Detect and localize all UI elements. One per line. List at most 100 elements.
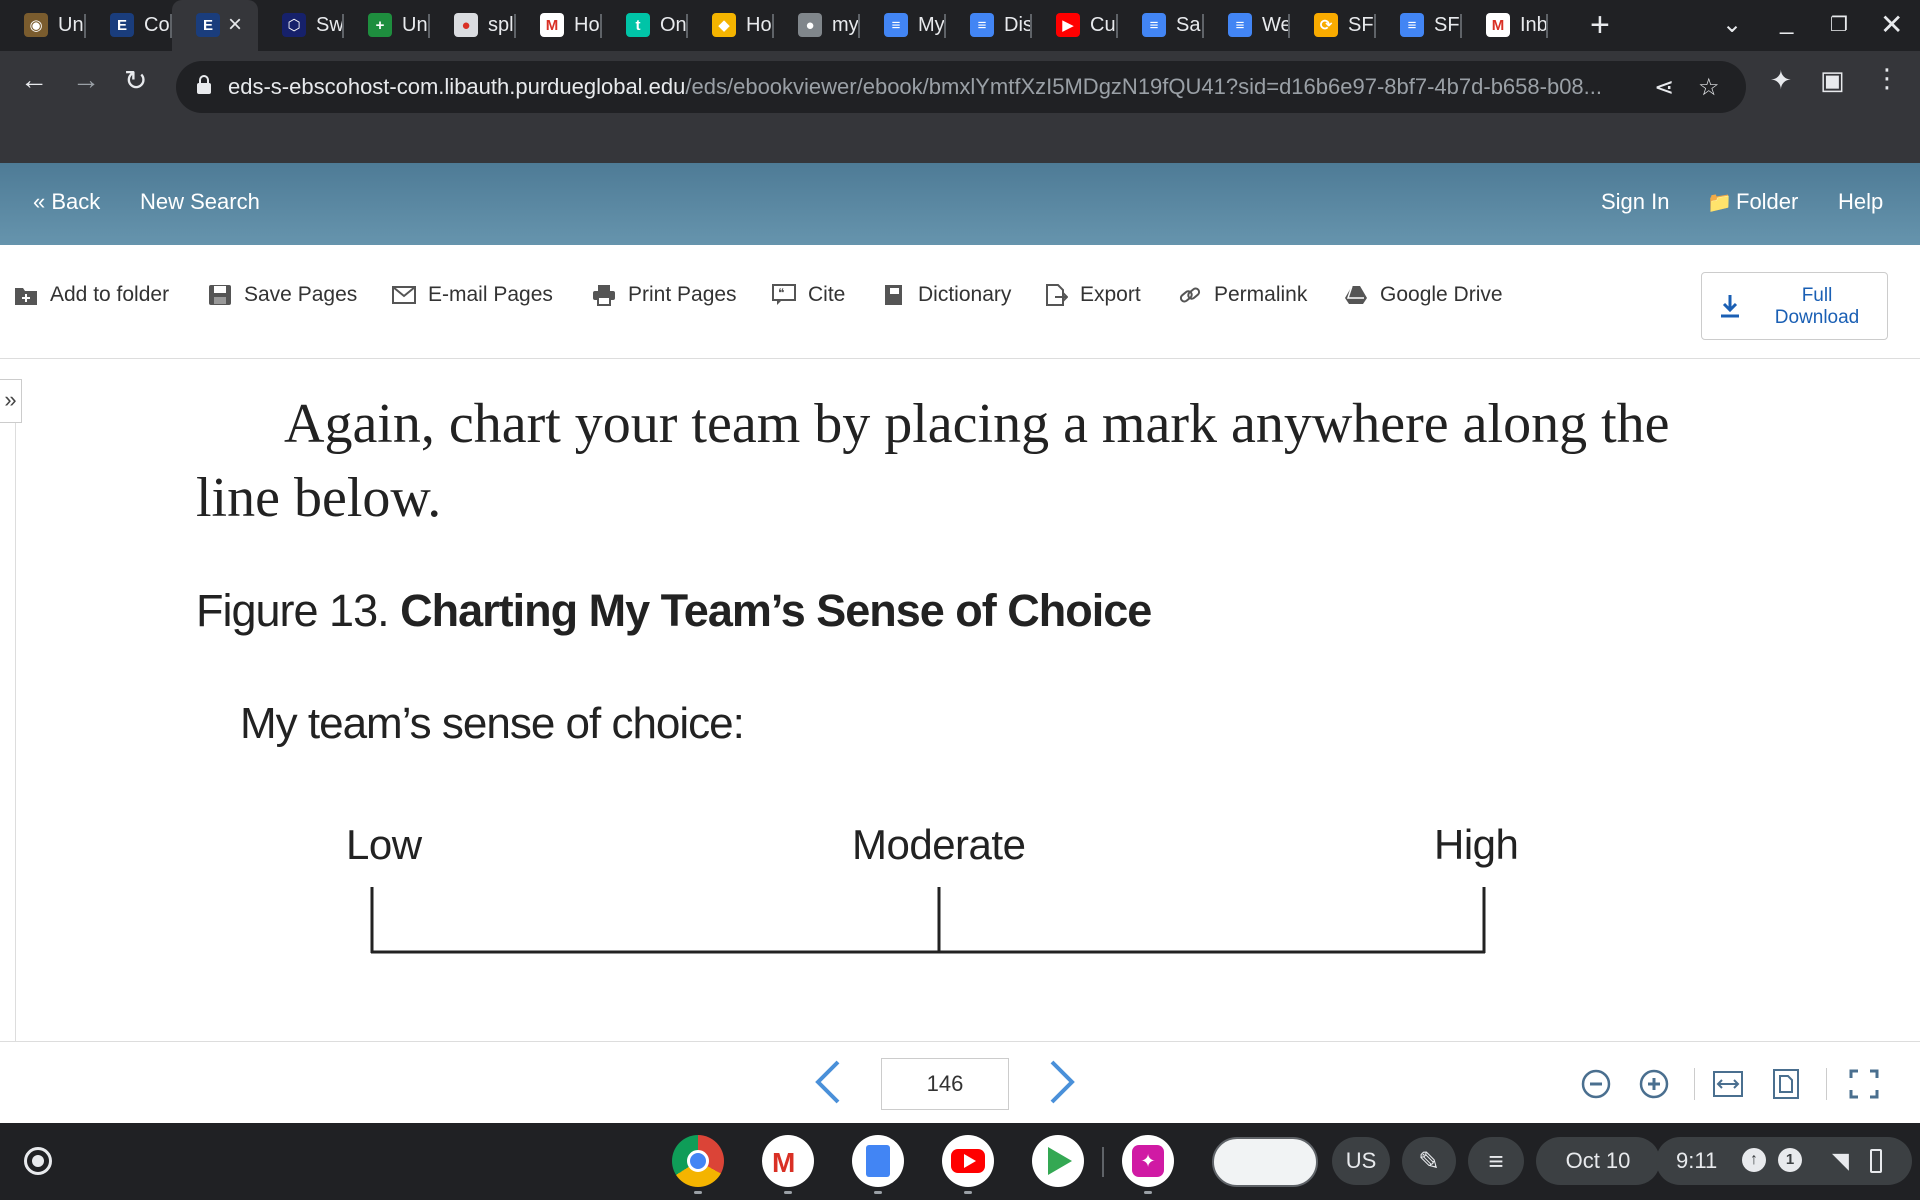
export-page-icon [1046, 284, 1068, 306]
new-search-link[interactable]: New Search [140, 189, 260, 215]
more-menu-icon[interactable]: ⋮ [1874, 63, 1900, 94]
docs-app-icon[interactable] [852, 1135, 904, 1187]
tab-favicon-icon: M [1486, 13, 1510, 37]
tab-favicon-icon: ≡ [884, 13, 908, 37]
browser-tab[interactable]: ≡ Sa [1118, 0, 1204, 51]
choice-scale-line [370, 887, 1486, 954]
fit-page-icon[interactable] [1770, 1068, 1802, 1100]
ebook-page-view[interactable]: » Again, chart your team by placing a ma… [0, 359, 1920, 1043]
bookmark-star-icon[interactable]: ☆ [1698, 73, 1720, 102]
tab-favicon-icon: E [196, 13, 220, 37]
email-pages-button[interactable]: E-mail Pages [392, 283, 553, 307]
permalink-button[interactable]: Permalink [1178, 283, 1307, 307]
restore-icon[interactable]: ❐ [1830, 12, 1848, 37]
fit-width-icon[interactable] [1712, 1068, 1744, 1100]
lock-icon [197, 75, 211, 94]
reload-icon[interactable]: ↻ [124, 64, 147, 97]
tab-title: Un [402, 14, 428, 36]
chrome-app-icon[interactable] [672, 1135, 724, 1187]
zoom-out-icon[interactable] [1580, 1068, 1612, 1100]
play-store-app-icon[interactable] [1032, 1135, 1084, 1187]
browser-tab[interactable]: ≡ We [1204, 0, 1290, 51]
chrome-running-dot [694, 1191, 702, 1194]
tab-title: On [660, 14, 687, 36]
export-button[interactable]: Export [1044, 283, 1141, 307]
browser-tab[interactable]: t On [602, 0, 688, 51]
browser-tab[interactable]: ● spl [430, 0, 516, 51]
new-tab-button[interactable]: + [1590, 8, 1610, 42]
launcher-icon[interactable] [24, 1147, 52, 1175]
tab-title: My [918, 14, 945, 36]
date-display[interactable]: Oct 10 [1536, 1137, 1660, 1185]
folder-link[interactable]: Folder [1736, 189, 1798, 215]
tab-title: Inb [1520, 14, 1548, 36]
close-window-icon[interactable]: ✕ [1880, 8, 1903, 41]
tab-favicon-icon: t [626, 13, 650, 37]
page-number-input[interactable]: 146 [881, 1058, 1009, 1110]
browser-tab[interactable]: ● my [774, 0, 860, 51]
share-icon[interactable]: ⋖ [1654, 73, 1674, 102]
browser-tab[interactable]: ⬡ Sw [258, 0, 344, 51]
tab-title: Cu [1090, 14, 1116, 36]
wifi-icon: ◥ [1832, 1148, 1849, 1173]
dictionary-button[interactable]: Dictionary [882, 283, 1011, 307]
side-panel-icon[interactable]: ▣ [1820, 65, 1845, 96]
add-to-folder-button[interactable]: Add to folder [14, 283, 169, 307]
back-arrow-icon[interactable]: ← [20, 64, 48, 96]
gallery-running-dot [1144, 1191, 1152, 1194]
browser-tab[interactable]: ⟳ SF [1290, 0, 1376, 51]
print-pages-button[interactable]: Print Pages [592, 283, 737, 307]
keyboard-layout[interactable]: US [1332, 1137, 1390, 1185]
upload-arrow-icon: ↑ [1742, 1148, 1766, 1172]
previous-page-icon[interactable] [810, 1056, 846, 1108]
browser-tab[interactable]: E Co [86, 0, 172, 51]
tab-title: my [832, 14, 859, 36]
next-page-icon[interactable] [1044, 1056, 1080, 1108]
media-queue-icon[interactable]: ≡ [1468, 1137, 1524, 1185]
sign-in-link[interactable]: Sign In [1601, 189, 1670, 215]
time-display: 9:11 [1676, 1148, 1718, 1173]
full-download-label-1: Full [1801, 285, 1833, 306]
stylus-pen-icon[interactable]: ✎ [1402, 1137, 1456, 1185]
envelope-icon [392, 286, 416, 304]
holding-space-thumbnails[interactable] [1212, 1137, 1318, 1187]
printer-icon [593, 285, 615, 306]
status-tray[interactable]: 9:11 ↑ 1 ◥ [1656, 1137, 1912, 1185]
browser-tab[interactable]: ≡ My [860, 0, 946, 51]
add-to-folder-label: Add to folder [50, 283, 170, 306]
browser-tab[interactable]: M Ho [516, 0, 602, 51]
tab-favicon-icon: ≡ [1400, 13, 1424, 37]
close-tab-icon[interactable]: × [228, 11, 242, 39]
gmail-app-icon[interactable]: M [762, 1135, 814, 1187]
browser-tab[interactable]: ≡ Dis [946, 0, 1032, 51]
back-link[interactable]: « Back [33, 189, 100, 215]
zoom-in-icon[interactable] [1638, 1068, 1670, 1100]
browser-tab[interactable]: ◆ Ho [688, 0, 774, 51]
tab-favicon-icon: ◉ [24, 13, 48, 37]
save-pages-button[interactable]: Save Pages [208, 283, 357, 307]
browser-tab[interactable]: M Inb [1462, 0, 1548, 51]
tab-search-chevron-icon[interactable]: ⌄ [1722, 10, 1742, 39]
forward-arrow-icon[interactable]: → [72, 64, 100, 96]
browser-tab[interactable]: E × [172, 0, 258, 51]
tab-title: We [1262, 14, 1290, 36]
extensions-puzzle-icon[interactable]: ✦ [1770, 65, 1792, 96]
shelf-divider [1102, 1147, 1104, 1177]
browser-tab[interactable]: ≡ SF [1376, 0, 1462, 51]
address-bar[interactable]: eds-s-ebscohost-com.libauth.purdueglobal… [176, 61, 1746, 113]
gallery-app-icon[interactable]: ✦ [1122, 1135, 1174, 1187]
browser-tab[interactable]: ◉ Uni [0, 0, 86, 51]
tab-strip: ◉ Uni E Co E × ⬡ Sw + Un ● spl M Ho t On ◆ Ho ● my ≡ My ≡ Dis ▶ C… [0, 0, 1920, 51]
browser-tab[interactable]: ▶ Cu [1032, 0, 1118, 51]
fullscreen-icon[interactable] [1848, 1068, 1880, 1100]
tab-title: Ho [746, 14, 772, 36]
help-link[interactable]: Help [1838, 189, 1883, 215]
browser-tab[interactable]: + Un [344, 0, 430, 51]
cite-button[interactable]: ❝ Cite [772, 283, 845, 307]
browser-toolbar: ← → ↻ eds-s-ebscohost-com.libauth.purdue… [0, 51, 1920, 163]
full-download-button[interactable]: Full Download [1701, 272, 1888, 340]
tab-title: spl [488, 14, 514, 36]
google-drive-button[interactable]: Google Drive [1344, 283, 1503, 307]
youtube-app-icon[interactable] [942, 1135, 994, 1187]
minimize-icon[interactable]: _ [1780, 8, 1793, 36]
